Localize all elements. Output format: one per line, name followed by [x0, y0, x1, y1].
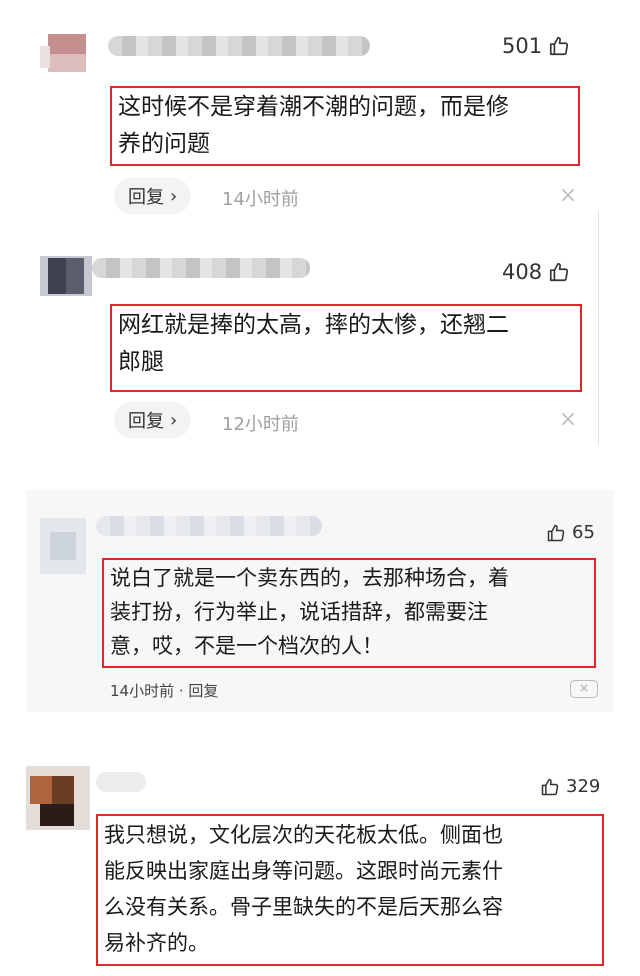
like-count[interactable]: 65 — [546, 522, 595, 543]
like-count-value: 408 — [502, 260, 543, 284]
comment-text: 我只想说，文化层次的天花板太低。侧面也 能反映出家庭出身等问题。这跟时尚元素什 … — [96, 814, 604, 966]
thumbs-up-icon[interactable] — [548, 261, 570, 283]
comment-line: 易补齐的。 — [104, 931, 209, 955]
username-blurred[interactable] — [96, 516, 322, 536]
comment-text: 说白了就是一个卖东西的，去那种场合，着 装打扮，行为举止，说话措辞，都需要注 意… — [102, 558, 596, 668]
timestamp: 12小时前 — [222, 414, 299, 435]
reply-button[interactable]: 回复 › — [114, 402, 192, 438]
thumbs-up-icon[interactable] — [540, 777, 560, 797]
like-count-value: 329 — [566, 776, 601, 797]
timestamp: 14小时前 — [222, 189, 299, 210]
comment-line: 我只想说，文化层次的天花板太低。侧面也 — [104, 823, 503, 847]
chevron-right-icon: › — [170, 409, 178, 431]
avatar[interactable] — [26, 766, 90, 830]
reply-button[interactable]: 回复 › — [114, 178, 192, 214]
avatar[interactable] — [40, 248, 92, 300]
like-count-value: 501 — [502, 34, 543, 58]
close-icon[interactable]: × — [558, 409, 578, 431]
comment-line: 装打扮，行为举止，说话措辞，都需要注 — [110, 600, 488, 624]
comment-line: 说白了就是一个卖东西的，去那种场合，着 — [110, 566, 509, 590]
like-count-value: 65 — [572, 522, 595, 543]
like-count[interactable]: 329 — [540, 776, 600, 797]
scrollbar-track[interactable] — [598, 210, 604, 446]
username-blurred[interactable] — [92, 258, 310, 278]
thumbs-up-icon[interactable] — [548, 35, 570, 57]
comment-text: 网红就是捧的太高，摔的太惨，还翘二 郎腿 — [110, 304, 582, 392]
username-blurred[interactable] — [96, 772, 146, 792]
comment-line: 么没有关系。骨子里缺失的不是后天那么容 — [104, 895, 503, 919]
like-count[interactable]: 501 — [502, 34, 570, 58]
reply-label: 回复 — [128, 411, 164, 432]
reply-label: 回复 — [128, 187, 164, 208]
comment-line: 郎腿 — [118, 349, 164, 375]
comment-line: 这时候不是穿着潮不潮的问题，而是修 — [118, 94, 509, 120]
avatar[interactable] — [40, 518, 86, 574]
comment-line: 养的问题 — [118, 131, 210, 157]
close-icon[interactable]: × — [570, 680, 598, 698]
comment-line: 能反映出家庭出身等问题。这跟时尚元素什 — [104, 859, 503, 883]
avatar[interactable] — [40, 28, 92, 80]
chevron-right-icon: › — [170, 185, 178, 207]
comment-text: 这时候不是穿着潮不潮的问题，而是修 养的问题 — [110, 86, 580, 166]
username-blurred[interactable] — [108, 36, 370, 56]
comment-line: 意，哎，不是一个档次的人！ — [110, 634, 383, 658]
thumbs-up-icon[interactable] — [546, 523, 566, 543]
like-count[interactable]: 408 — [502, 260, 570, 284]
timestamp-reply-meta[interactable]: 14小时前 · 回复 — [110, 680, 218, 701]
close-icon[interactable]: × — [558, 185, 578, 207]
comment-line: 网红就是捧的太高，摔的太惨，还翘二 — [118, 312, 509, 338]
